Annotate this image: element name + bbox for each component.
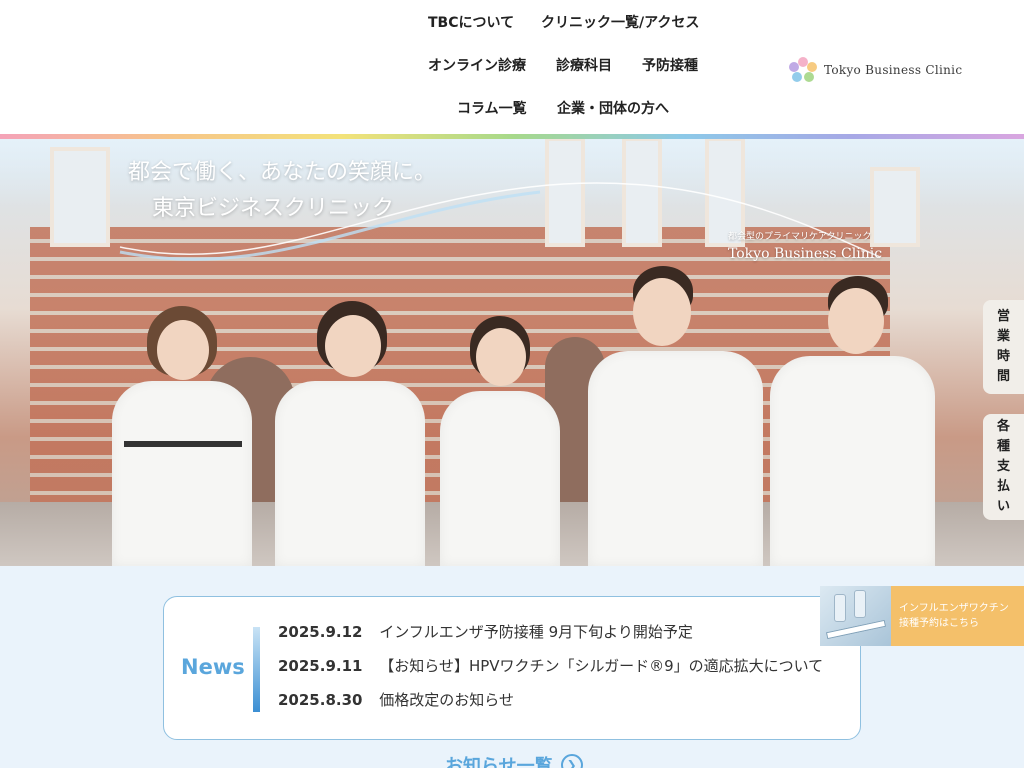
nav-online-consultation[interactable]: オンライン診療 bbox=[428, 55, 526, 75]
news-list-label: お知らせ一覧 bbox=[445, 756, 553, 768]
staff-person bbox=[112, 306, 252, 566]
nav-clinics-access[interactable]: クリニック一覧/アクセス bbox=[541, 12, 699, 32]
side-tab-payment-methods[interactable]: 各 種 支 払 い bbox=[983, 414, 1024, 520]
news-date: 2025.9.11 bbox=[278, 657, 363, 675]
side-tab-business-hours[interactable]: 営 業 時 間 bbox=[983, 300, 1024, 394]
news-item[interactable]: 2025.8.30 価格改定のお知らせ bbox=[278, 689, 514, 710]
news-title: 【お知らせ】HPVワクチン「シルガード®9」の適応拡大について bbox=[379, 657, 824, 675]
nav-departments[interactable]: 診療科目 bbox=[556, 55, 612, 75]
flu-vaccine-banner[interactable]: インフルエンザワクチン 接種予約はこちら bbox=[820, 586, 1024, 646]
news-item[interactable]: 2025.9.12 インフルエンザ予防接種 9月下旬より開始予定 bbox=[278, 621, 693, 642]
nav-vaccination[interactable]: 予防接種 bbox=[642, 55, 698, 75]
side-tab-char: 間 bbox=[996, 369, 1010, 384]
staff-person bbox=[275, 301, 425, 566]
news-accent-bar bbox=[253, 627, 260, 712]
news-label: News bbox=[181, 655, 245, 679]
staff-person bbox=[440, 316, 560, 566]
side-tab-char: い bbox=[996, 499, 1010, 514]
news-title: 価格改定のお知らせ bbox=[379, 691, 514, 709]
news-item[interactable]: 2025.9.11 【お知らせ】HPVワクチン「シルガード®9」の適応拡大につい… bbox=[278, 655, 823, 676]
building-window bbox=[50, 147, 110, 247]
hero-subtitle-en: Tokyo Business Clinic bbox=[728, 246, 883, 262]
hero-image: 都会で働く、あなたの笑顔に。 東京ビジネスクリニック 都会型のプライマリケアクリ… bbox=[0, 137, 1024, 566]
side-tab-char: 時 bbox=[996, 349, 1010, 364]
side-tab-char: 払 bbox=[996, 479, 1010, 494]
nav-corporate[interactable]: 企業・団体の方へ bbox=[557, 98, 669, 118]
news-date: 2025.8.30 bbox=[278, 691, 363, 709]
side-tab-char: 支 bbox=[996, 459, 1010, 474]
news-box: News 2025.9.12 インフルエンザ予防接種 9月下旬より開始予定 20… bbox=[163, 596, 861, 740]
banner-line1: インフルエンザワクチン bbox=[899, 603, 1009, 614]
nav-columns[interactable]: コラム一覧 bbox=[457, 98, 527, 118]
nav-about[interactable]: TBCについて bbox=[428, 12, 514, 32]
side-tab-char: 営 bbox=[996, 309, 1010, 324]
hero-tagline-line1: 都会で働く、あなたの笑顔に。 bbox=[128, 160, 437, 185]
banner-text: インフルエンザワクチン 接種予約はこちら bbox=[891, 586, 1024, 646]
staff-person bbox=[588, 266, 763, 566]
vaccine-image bbox=[820, 586, 891, 646]
staff-person bbox=[770, 276, 935, 566]
hero-tagline: 都会で働く、あなたの笑顔に。 東京ビジネスクリニック bbox=[128, 155, 436, 227]
side-tab-char: 各 bbox=[996, 419, 1010, 434]
flower-logo-icon bbox=[789, 57, 817, 82]
news-title: インフルエンザ予防接種 9月下旬より開始予定 bbox=[379, 623, 693, 641]
side-tab-char: 種 bbox=[996, 439, 1010, 454]
banner-line2: 接種予約はこちら bbox=[899, 618, 979, 629]
side-tab-char: 業 bbox=[996, 329, 1010, 344]
arrow-right-icon: ❯ bbox=[560, 754, 583, 768]
hero-tagline-line2: 東京ビジネスクリニック bbox=[152, 196, 395, 221]
site-logo[interactable]: Tokyo Business Clinic bbox=[788, 56, 962, 84]
rainbow-divider bbox=[0, 134, 1024, 139]
logo-text: Tokyo Business Clinic bbox=[824, 63, 963, 77]
site-header: TBCについて クリニック一覧/アクセス オンライン診療 診療科目 予防接種 コ… bbox=[0, 0, 1024, 137]
hero-subtitle-small: 都会型のプライマリケアクリニック bbox=[728, 232, 872, 242]
news-list-link[interactable]: お知らせ一覧 ❯ bbox=[445, 752, 583, 768]
hero-subtitle: 都会型のプライマリケアクリニック Tokyo Business Clinic bbox=[728, 229, 882, 262]
news-date: 2025.9.12 bbox=[278, 623, 363, 641]
